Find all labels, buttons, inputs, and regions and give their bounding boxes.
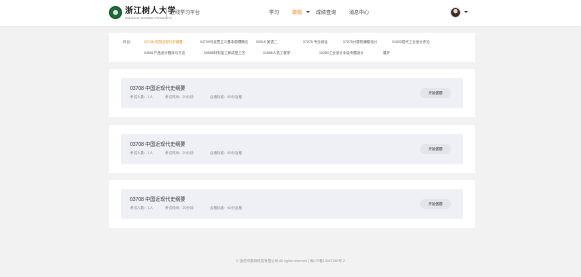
course-card-body: 03708 中国近现代史纲要 考试人数：1人 考试时间：20分钟 合格标准：60…	[121, 134, 463, 164]
subject-tag[interactable]: 03709马克思主义基本原理概论	[200, 40, 248, 45]
subject-tag[interactable]: 04651产品设计程序与方法	[144, 51, 185, 56]
course-title: 03708 中国近现代史纲要	[130, 86, 186, 92]
university-logo-name: 浙江树人大学	[125, 5, 176, 15]
pass-standard: 合格标准：60分及格	[210, 206, 242, 210]
subject-tag[interactable]: 00688材料加工和成型工艺	[204, 51, 245, 56]
top-header: 浙江树人大学 ZHEJIANG SHUREN UNIVERSITY 在线学习平台…	[0, 0, 581, 27]
exam-duration: 考试时间：20分钟	[165, 95, 194, 99]
user-avatar[interactable]	[450, 7, 461, 18]
nav-study[interactable]: 学习	[269, 9, 279, 16]
exam-count: 考试人数：1人	[130, 95, 153, 99]
start-practice-button[interactable]: 开始做题	[420, 144, 451, 154]
course-card-body: 03708 中国近现代史纲要 考试人数：1人 考试时间：20分钟 合格标准：60…	[121, 78, 463, 108]
subject-tag[interactable]: 01603现代工业设计史论	[392, 40, 430, 45]
course-card: 03708 中国近现代史纲要 考试人数：1人 考试时间：20分钟 合格标准：60…	[109, 69, 475, 117]
university-emblem-icon	[109, 6, 122, 19]
course-title: 03708 中国近现代史纲要	[130, 197, 186, 203]
nav-grades[interactable]: 成绩查询	[316, 9, 336, 16]
subject-tag[interactable]: 07076 专业综合	[303, 40, 328, 45]
start-practice-button[interactable]: 开始做题	[420, 88, 451, 98]
footer-copyright: © 浙西市数网科技有限公司 All rights reserved | 粤ICP…	[236, 259, 345, 263]
course-card-body: 03708 中国近现代史纲要 考试人数：1人 考试时间：20分钟 合格标准：60…	[121, 189, 463, 219]
nav-messages[interactable]: 消息中心	[349, 9, 369, 16]
subject-filter-label: 科目：	[123, 40, 134, 44]
chevron-down-icon[interactable]	[306, 11, 310, 13]
course-card: 03708 中国近现代史纲要 考试人数：1人 考试时间：20分钟 合格标准：60…	[109, 125, 475, 173]
expand-filter-link[interactable]: 展开	[383, 51, 390, 56]
subject-tag[interactable]: 07075计算机辅助设计	[343, 40, 377, 45]
start-practice-button[interactable]: 开始做题	[420, 199, 451, 209]
subject-tag[interactable]: 01656人机工程学	[263, 51, 290, 56]
nav-practice[interactable]: 做题	[292, 9, 302, 16]
platform-name: 在线学习平台	[170, 10, 201, 16]
subject-filter-panel: 科目： 03708 中国近现代史纲要 03709马克思主义基本原理概论 0001…	[109, 33, 475, 62]
pass-standard: 合格标准：60分及格	[210, 151, 242, 155]
subject-tag[interactable]: 03708 中国近现代史纲要	[144, 40, 183, 45]
avatar-chevron-down-icon[interactable]	[464, 11, 468, 13]
pass-standard: 合格标准：60分及格	[210, 95, 242, 99]
course-card: 03708 中国近现代史纲要 考试人数：1人 考试时间：20分钟 合格标准：60…	[109, 180, 475, 228]
logo-divider	[166, 7, 167, 19]
exam-duration: 考试时间：20分钟	[165, 206, 194, 210]
subject-tag[interactable]: 10284工业设计手绘专题设计	[319, 51, 364, 56]
exam-duration: 考试时间：20分钟	[165, 151, 194, 155]
course-title: 03708 中国近现代史纲要	[130, 142, 186, 148]
exam-count: 考试人数：1人	[130, 151, 153, 155]
subject-tag[interactable]: 00015 英语二	[256, 40, 277, 45]
exam-count: 考试人数：1人	[130, 206, 153, 210]
